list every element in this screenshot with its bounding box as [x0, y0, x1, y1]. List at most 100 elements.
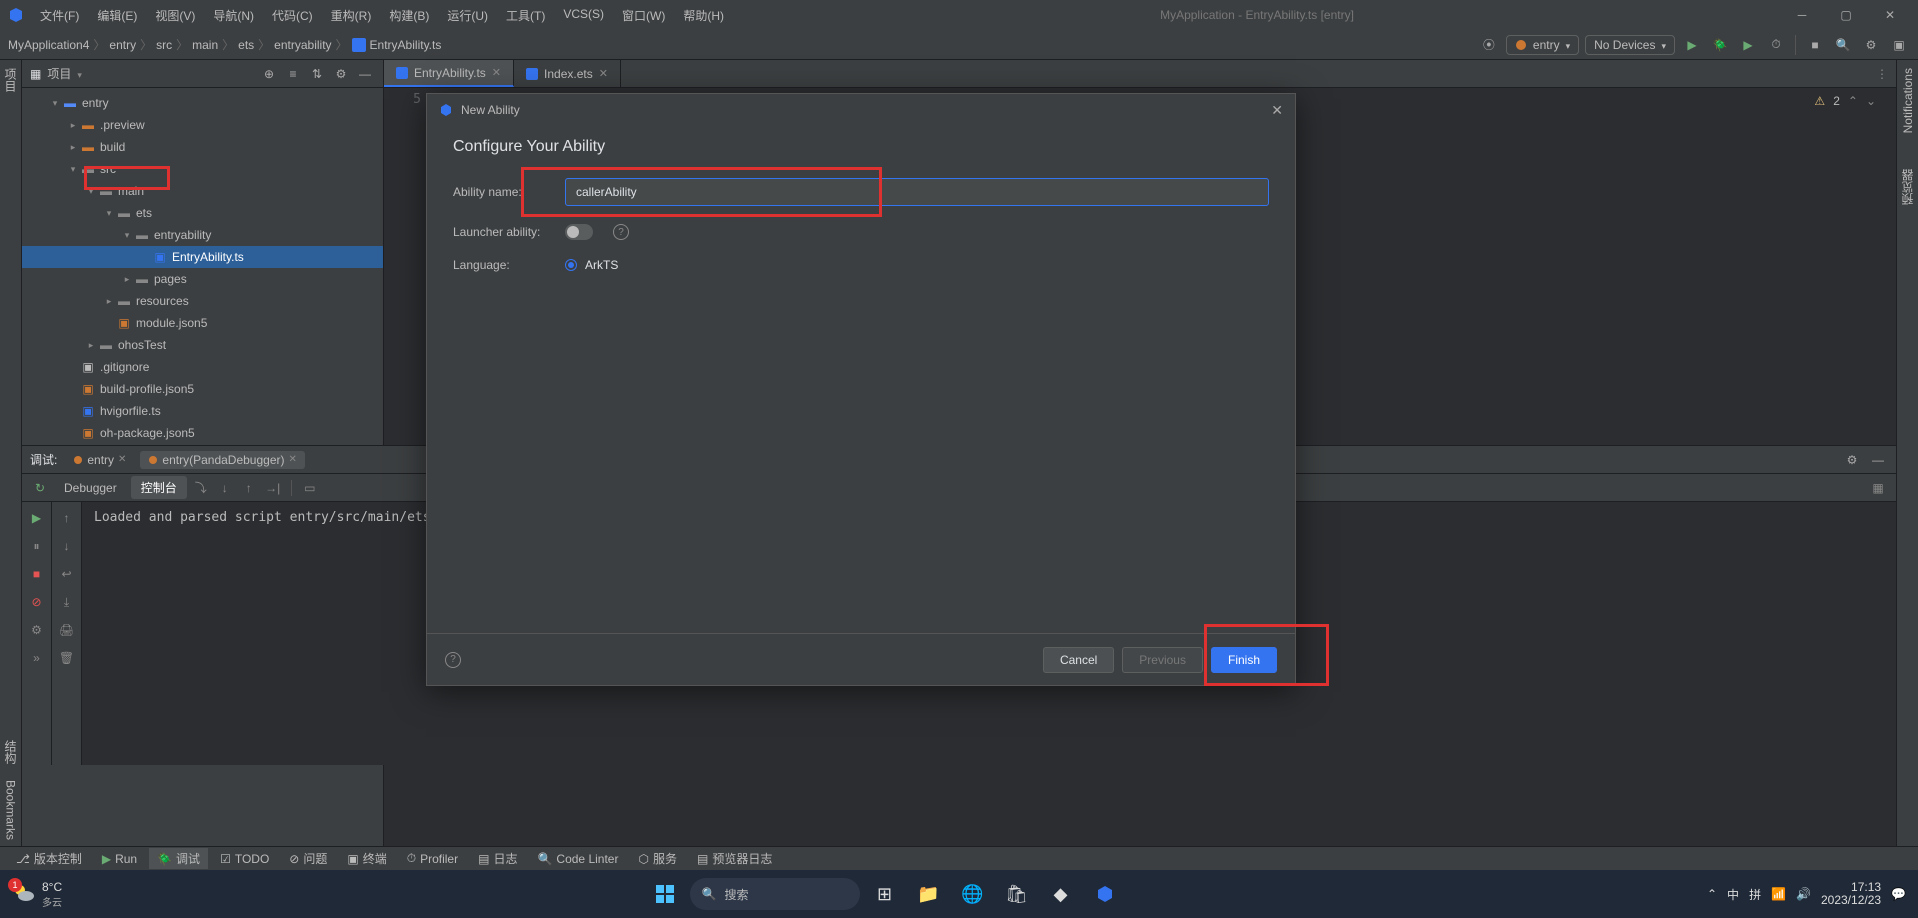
select-opened-file-icon[interactable]: ⊕ [259, 64, 279, 84]
expand-all-icon[interactable]: ≡ [283, 64, 303, 84]
gutter-notifications[interactable]: Notifications [1899, 60, 1917, 141]
cancel-button[interactable]: Cancel [1043, 647, 1114, 673]
editor-tab-index[interactable]: Index.ets ✕ [514, 60, 621, 87]
btool-todo[interactable]: ☑TODO [212, 850, 277, 868]
clear-icon[interactable]: 🗑 [57, 648, 77, 668]
panel-settings-icon[interactable]: ⚙ [331, 64, 351, 84]
gutter-project[interactable]: 项目 [0, 60, 21, 100]
tree-resources[interactable]: ▬resources [22, 290, 383, 312]
run-config-dropdown[interactable]: entry [1506, 35, 1579, 55]
tree-build[interactable]: ▬build [22, 136, 383, 158]
crumb-2[interactable]: src [156, 38, 172, 52]
btool-problems[interactable]: ⊘问题 [281, 848, 335, 869]
crumb-file[interactable]: EntryAbility.ts [352, 38, 442, 52]
start-button[interactable] [646, 875, 684, 913]
debug-config-panda[interactable]: entry(PandaDebugger) ✕ [140, 451, 304, 469]
crumb-1[interactable]: entry [109, 38, 136, 52]
menu-vcs[interactable]: VCS(S) [555, 3, 612, 28]
btool-services[interactable]: ⬡服务 [630, 848, 685, 869]
wifi-icon[interactable]: 📶 [1771, 887, 1786, 901]
tree-entryability[interactable]: ▬entryability [22, 224, 383, 246]
coverage-button[interactable]: ▶ [1737, 34, 1759, 56]
btool-log[interactable]: ▤日志 [470, 848, 525, 869]
menu-view[interactable]: 视图(V) [147, 3, 203, 28]
tray-clock[interactable]: 17:13 2023/12/23 [1821, 881, 1881, 907]
dialog-close-icon[interactable]: ✕ [1271, 102, 1283, 119]
crumb-3[interactable]: main [192, 38, 218, 52]
scroll-end-icon[interactable]: ⤓ [57, 592, 77, 612]
stop-button[interactable]: ■ [1804, 34, 1826, 56]
close-tab-icon[interactable]: ✕ [492, 66, 501, 79]
step-over-icon[interactable]: ⤵ [191, 478, 211, 498]
step-out-icon[interactable]: ↑ [239, 478, 259, 498]
edge-icon[interactable]: 🌐 [954, 875, 992, 913]
collapse-all-icon[interactable]: ⇅ [307, 64, 327, 84]
deveco-icon[interactable] [1086, 875, 1124, 913]
notifications-tray-icon[interactable]: 💬 [1891, 887, 1906, 901]
editor-tab-entryability[interactable]: EntryAbility.ts ✕ [384, 60, 514, 87]
gutter-bookmarks[interactable]: Bookmarks [2, 772, 20, 848]
settings-icon[interactable]: ⚙ [1860, 34, 1882, 56]
ability-name-input[interactable] [565, 178, 1269, 206]
close-tab-icon[interactable]: ✕ [599, 67, 608, 80]
tree-entry[interactable]: ▬entry [22, 92, 383, 114]
finish-button[interactable]: Finish [1211, 647, 1277, 673]
code-inspection-status[interactable]: ⚠ 2 ⌃⌄ [1814, 94, 1876, 108]
profile-button[interactable]: ⏱ [1765, 34, 1787, 56]
minimize-button[interactable]: ─ [1782, 1, 1822, 29]
btool-terminal[interactable]: ▣终端 [339, 848, 394, 869]
crumb-5[interactable]: entryability [274, 38, 331, 52]
ime-lang[interactable]: 中 [1727, 886, 1739, 903]
menu-navigate[interactable]: 导航(N) [205, 3, 262, 28]
layout-icon[interactable]: ▦ [1868, 478, 1888, 498]
editor-menu-icon[interactable]: ⋮ [1876, 67, 1888, 81]
menu-file[interactable]: 文件(F) [32, 3, 87, 28]
view-breakpoints-icon[interactable]: ⚙ [27, 620, 47, 640]
tree-module-json5[interactable]: ▣module.json5 [22, 312, 383, 334]
btool-version[interactable]: ⎇版本控制 [8, 848, 90, 869]
scroll-up-icon[interactable]: ↑ [57, 508, 77, 528]
menu-refactor[interactable]: 重构(R) [323, 3, 380, 28]
task-view-icon[interactable]: ⊞ [866, 875, 904, 913]
btool-run[interactable]: ▶Run [94, 850, 145, 868]
previewer-icon[interactable]: ▣ [1888, 34, 1910, 56]
debugger-tab[interactable]: Debugger [54, 478, 127, 498]
tree-main[interactable]: ▬main [22, 180, 383, 202]
tree-src[interactable]: ▬src [22, 158, 383, 180]
tree-entryability-ts[interactable]: ▣EntryAbility.ts [22, 246, 383, 268]
store-icon[interactable]: 🛍 [998, 875, 1036, 913]
tree-build-profile[interactable]: ▣build-profile.json5 [22, 378, 383, 400]
menu-run[interactable]: 运行(U) [439, 3, 496, 28]
gutter-structure[interactable]: 结构 [0, 732, 21, 772]
btool-profiler[interactable]: ⏱Profiler [399, 849, 466, 868]
debug-button[interactable]: 🪲 [1709, 34, 1731, 56]
menu-edit[interactable]: 编辑(E) [89, 3, 145, 28]
tree-gitignore[interactable]: ▣.gitignore [22, 356, 383, 378]
debug-settings-icon[interactable]: ⚙ [1842, 450, 1862, 470]
gutter-previewer[interactable]: 预览器 [1897, 161, 1918, 213]
rerun-icon[interactable]: ↻ [30, 478, 50, 498]
menu-tools[interactable]: 工具(T) [498, 3, 553, 28]
tree-ets[interactable]: ▬ets [22, 202, 383, 224]
crumb-0[interactable]: MyApplication4 [8, 38, 89, 52]
print-icon[interactable]: 🖨 [57, 620, 77, 640]
tree-pages[interactable]: ▬pages [22, 268, 383, 290]
stop-icon[interactable]: ■ [27, 564, 47, 584]
close-icon[interactable]: ✕ [289, 454, 297, 465]
hide-panel-icon[interactable]: — [355, 64, 375, 84]
maximize-button[interactable]: ▢ [1826, 1, 1866, 29]
tree-oh-package[interactable]: ▣oh-package.json5 [22, 422, 383, 444]
debug-config-entry[interactable]: entry ✕ [65, 451, 134, 469]
launcher-ability-toggle[interactable] [565, 224, 593, 240]
volume-icon[interactable]: 🔊 [1796, 887, 1811, 901]
run-to-cursor-icon[interactable]: →| [263, 478, 283, 498]
scroll-down-icon[interactable]: ↓ [57, 536, 77, 556]
search-icon[interactable]: 🔍 [1832, 34, 1854, 56]
weather-widget[interactable]: 1 8°C 多云 [12, 880, 62, 909]
taskbar-search[interactable]: 🔍 搜索 [690, 878, 860, 910]
pause-icon[interactable]: ⏸ [27, 536, 47, 556]
resume-icon[interactable]: ▶ [27, 508, 47, 528]
btool-previewer-log[interactable]: ▤预览器日志 [689, 848, 780, 869]
ime-method[interactable]: 拼 [1749, 886, 1761, 903]
menu-code[interactable]: 代码(C) [264, 3, 321, 28]
